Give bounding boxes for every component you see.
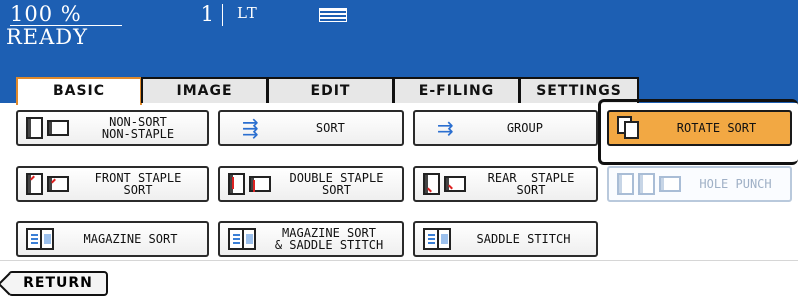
front-staple-icon (26, 173, 69, 195)
magazine-saddle-stitch-button[interactable]: MAGAZINE SORT & SADDLE STITCH (218, 221, 404, 257)
magazine-sort-label: MAGAZINE SORT (83, 232, 178, 246)
tab-edit[interactable]: EDIT (267, 77, 394, 103)
magazine-sort-icon (26, 228, 54, 250)
double-staple-icon (228, 173, 271, 195)
magazine-saddle-icon (228, 228, 256, 250)
front-staple-sort-button[interactable]: FRONT STAPLE SORT (16, 166, 209, 202)
group-label: GROUP (506, 121, 543, 135)
front-staple-label: FRONT STAPLE SORT (94, 171, 182, 197)
sort-icon: ⇶ (242, 116, 259, 140)
copy-count: 1 (145, 4, 223, 26)
group-icon: ⇉ (437, 116, 454, 140)
double-staple-label: DOUBLE STAPLE SORT (289, 171, 384, 197)
return-button[interactable]: RETURN (8, 271, 108, 296)
magazine-sort-button[interactable]: MAGAZINE SORT (16, 221, 209, 257)
non-sort-icon (26, 117, 69, 139)
double-staple-sort-button[interactable]: DOUBLE STAPLE SORT (218, 166, 404, 202)
tab-image[interactable]: IMAGE (141, 77, 268, 103)
sort-label: SORT (315, 121, 345, 135)
rotate-sort-label: ROTATE SORT (676, 121, 757, 135)
rotate-sort-icon (617, 116, 643, 140)
sort-button[interactable]: ⇶ SORT (218, 110, 404, 146)
zoom-ratio: 100 % (10, 4, 122, 26)
status-bar: 100 % 1 LT READY (0, 0, 798, 88)
saddle-stitch-label: SADDLE STITCH (476, 232, 571, 246)
paper-size: LT (237, 4, 258, 22)
non-sort-button[interactable]: NON-SORT NON-STAPLE (16, 110, 209, 146)
tab-basic[interactable]: BASIC (16, 77, 142, 105)
rear-staple-icon (423, 173, 466, 195)
rotate-sort-button[interactable]: ROTATE SORT (607, 110, 792, 146)
bottom-divider (0, 260, 798, 261)
saddle-stitch-icon (423, 228, 451, 250)
tab-e-filing[interactable]: E-FILING (393, 77, 520, 103)
rear-staple-sort-button[interactable]: REAR STAPLE SORT (413, 166, 598, 202)
saddle-stitch-button[interactable]: SADDLE STITCH (413, 221, 598, 257)
non-sort-label: NON-SORT NON-STAPLE (101, 115, 175, 141)
machine-status: READY (6, 25, 89, 49)
rear-staple-label: REAR STAPLE SORT (487, 171, 575, 197)
group-button[interactable]: ⇉ GROUP (413, 110, 598, 146)
hole-punch-icon (617, 173, 681, 195)
magazine-saddle-label: MAGAZINE SORT & SADDLE STITCH (274, 226, 384, 252)
hole-punch-button[interactable]: HOLE PUNCH (607, 166, 792, 202)
paper-tray-icon (319, 8, 347, 22)
hole-punch-label: HOLE PUNCH (699, 177, 772, 191)
